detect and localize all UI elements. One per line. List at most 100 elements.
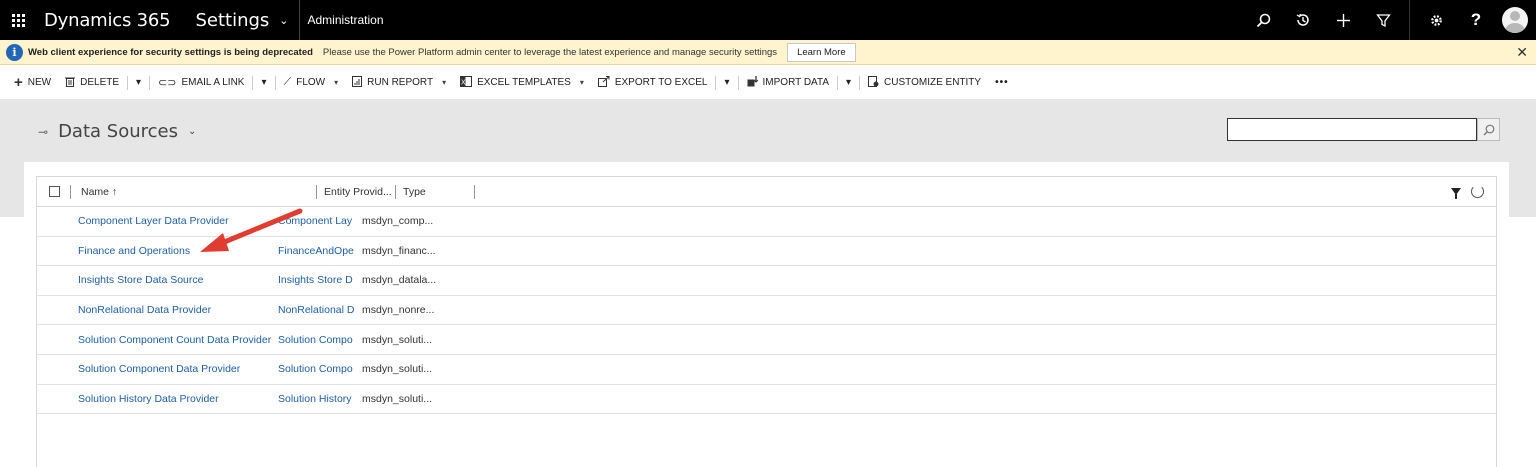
column-header-name[interactable]: Name ↑ <box>71 186 316 198</box>
history-icon[interactable] <box>1283 0 1323 40</box>
row-name-link[interactable]: Solution Component Data Provider <box>37 363 278 375</box>
grid-header: Name ↑ Entity Provid... Type <box>37 177 1496 207</box>
help-icon[interactable]: ? <box>1456 0 1496 40</box>
export-icon <box>597 75 610 90</box>
table-row[interactable]: Insights Store Data Source Insights Stor… <box>37 266 1496 296</box>
divider <box>837 75 839 90</box>
import-data-button[interactable]: IMPORT DATA <box>747 75 830 90</box>
excel-templates-label: EXCEL TEMPLATES <box>477 77 571 88</box>
search-button[interactable] <box>1477 118 1500 141</box>
divider <box>737 75 739 90</box>
chevron-down-icon[interactable]: ▾ <box>724 77 729 88</box>
divider <box>274 75 276 90</box>
refresh-icon[interactable] <box>1471 185 1484 198</box>
subarea-label[interactable]: Administration <box>308 13 384 27</box>
run-report-label: RUN REPORT <box>367 77 434 88</box>
table-row[interactable]: Solution History Data Provider Solution … <box>37 385 1496 415</box>
close-icon[interactable]: ✕ <box>1516 44 1528 61</box>
row-name-link[interactable]: Solution History Data Provider <box>37 393 278 405</box>
row-type: msdyn_datala... <box>362 274 436 287</box>
delete-button[interactable]: DELETE <box>65 76 119 90</box>
svg-text:X: X <box>461 79 466 86</box>
row-name-link[interactable]: NonRelational Data Provider <box>37 304 278 316</box>
gear-icon[interactable] <box>1416 0 1456 40</box>
divider <box>127 75 129 90</box>
new-label: NEW <box>27 77 52 88</box>
run-report-button[interactable]: RUN REPORT ▾ <box>352 75 447 90</box>
row-name-link[interactable]: Solution Component Count Data Provider <box>37 334 278 346</box>
export-excel-button[interactable]: EXPORT TO EXCEL <box>597 75 708 90</box>
filter-icon[interactable] <box>1363 0 1403 40</box>
flow-label: FLOW <box>296 77 326 88</box>
avatar[interactable] <box>1502 7 1528 33</box>
pin-icon[interactable]: ⊸ <box>38 125 48 139</box>
customize-entity-label: CUSTOMIZE ENTITY <box>884 77 982 88</box>
chevron-down-icon[interactable]: ▾ <box>136 77 141 88</box>
delete-label: DELETE <box>80 77 120 88</box>
more-commands-button[interactable]: ••• <box>995 77 1009 88</box>
search-input[interactable] <box>1227 118 1477 141</box>
row-type: msdyn_soluti... <box>362 392 433 405</box>
divider <box>859 75 861 90</box>
table-row[interactable]: Solution Component Count Data Provider S… <box>37 325 1496 355</box>
divider <box>715 75 717 90</box>
row-provider-link[interactable]: Insights Store D <box>278 274 358 286</box>
app-launcher-icon[interactable] <box>0 0 36 40</box>
export-excel-label: EXPORT TO EXCEL <box>614 77 708 88</box>
select-all-checkbox[interactable] <box>49 186 60 197</box>
chevron-down-icon: ▾ <box>442 78 447 87</box>
new-icon[interactable] <box>1323 0 1363 40</box>
filter-icon[interactable] <box>1451 188 1461 199</box>
row-type: msdyn_comp... <box>362 215 434 228</box>
email-link-button[interactable]: ⊂⊃ EMAIL A LINK <box>158 76 244 89</box>
plus-icon: + <box>14 74 23 91</box>
row-type: msdyn_soluti... <box>362 363 433 376</box>
divider <box>474 184 475 199</box>
row-provider-link[interactable]: NonRelational D <box>278 304 358 316</box>
view-selector[interactable]: ⊸ Data Sources ⌄ <box>38 121 196 142</box>
notification-title: Web client experience for security setti… <box>28 46 313 58</box>
annotation-arrow-icon <box>200 208 303 252</box>
report-icon <box>352 75 363 90</box>
row-provider-link[interactable]: Solution Compo <box>278 363 358 375</box>
view-title: Data Sources <box>58 121 178 142</box>
chevron-down-icon[interactable]: ▾ <box>846 77 851 88</box>
divider <box>298 0 300 40</box>
trash-icon <box>65 76 76 90</box>
row-provider-link[interactable]: Solution Compo <box>278 334 358 346</box>
email-link-label: EMAIL A LINK <box>181 77 245 88</box>
chevron-down-icon: ▾ <box>334 78 339 87</box>
area-label: Settings <box>195 9 270 31</box>
chevron-down-icon[interactable]: ▾ <box>261 77 266 88</box>
excel-icon: X <box>460 75 473 90</box>
table-row[interactable]: Solution Component Data Provider Solutio… <box>37 355 1496 385</box>
chevron-down-icon: ⌄ <box>187 126 197 137</box>
brand-title[interactable]: Dynamics 365 <box>44 10 171 31</box>
area-switcher[interactable]: Settings ⌄ <box>195 10 288 31</box>
row-name-link[interactable]: Insights Store Data Source <box>37 274 278 286</box>
link-icon: ⊂⊃ <box>158 77 177 89</box>
deprecation-notification: i Web client experience for security set… <box>0 40 1536 65</box>
command-bar: + NEW DELETE ▾ ⊂⊃ EMAIL A LINK ▾ ⟋ FLOW … <box>0 66 1536 99</box>
search-icon[interactable] <box>1243 0 1283 40</box>
customize-icon <box>868 75 879 90</box>
table-row[interactable]: NonRelational Data Provider NonRelationa… <box>37 296 1496 326</box>
column-header-entity-provider[interactable]: Entity Provid... <box>317 186 395 198</box>
divider <box>1409 0 1410 40</box>
column-header-type[interactable]: Type <box>396 186 474 198</box>
customize-entity-button[interactable]: CUSTOMIZE ENTITY <box>868 75 982 90</box>
flow-button[interactable]: ⟋ FLOW ▾ <box>284 76 339 89</box>
notification-message: Please use the Power Platform admin cent… <box>322 46 778 58</box>
divider <box>149 75 151 90</box>
excel-templates-button[interactable]: X EXCEL TEMPLATES ▾ <box>460 75 584 90</box>
new-button[interactable]: + NEW <box>14 74 51 91</box>
top-navigation-bar: Dynamics 365 Settings ⌄ Administration ? <box>0 0 1536 40</box>
row-provider-link[interactable]: Solution History <box>278 393 358 405</box>
grid-tools <box>1451 185 1484 199</box>
learn-more-button[interactable]: Learn More <box>787 42 856 62</box>
info-icon: i <box>6 43 23 61</box>
chevron-down-icon: ▾ <box>579 78 584 87</box>
import-data-label: IMPORT DATA <box>762 77 830 88</box>
import-icon <box>747 75 758 90</box>
row-type: msdyn_soluti... <box>362 333 433 346</box>
